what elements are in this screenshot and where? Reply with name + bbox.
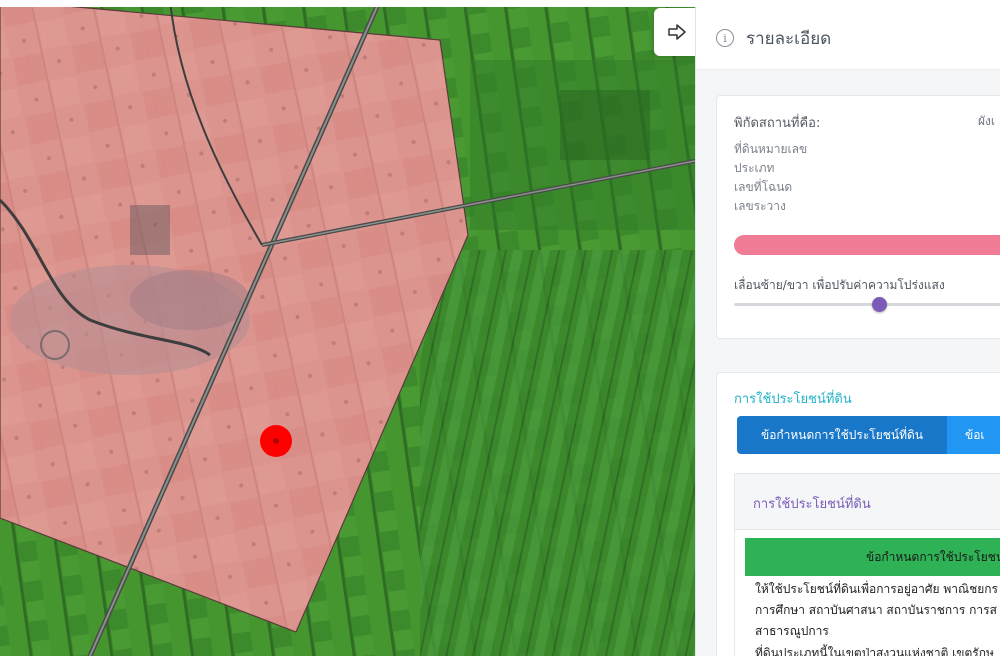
field-land-number: ที่ดินหมายเลข <box>734 142 808 156</box>
rule-line: การศึกษา สถาบันศาสนา สถาบันราชการ การส <box>755 603 997 617</box>
coord-value: ผังเ <box>978 114 995 128</box>
landuse-section-title: การใช้ประโยชน์ที่ดิน <box>753 497 871 512</box>
top-margin <box>0 0 1000 7</box>
opacity-slider-thumb[interactable] <box>872 297 887 312</box>
landuse-tabs: ข้อกำหนดการใช้ประโยชน์ที่ดิน ข้อเ <box>737 416 1000 454</box>
rules-table-header: ข้อกำหนดการใช้ประโยชน์ <box>745 538 1000 576</box>
location-card: พิกัดสถานที่คือ: ผังเ ที่ดินหมายเลข ประเ… <box>716 95 1000 339</box>
landuse-title: การใช้ประโยชน์ที่ดิน <box>734 392 852 407</box>
opacity-slider-label: เลื่อนซ้าย/ขวา เพื่อปรับค่าความโปร่งแสง <box>734 278 945 292</box>
rule-line: สาธารณูปการ <box>755 624 829 638</box>
panel-title: รายละเอียด <box>746 28 832 49</box>
landuse-section: การใช้ประโยชน์ที่ดิน ข้อกำหนดการใช้ประโย… <box>734 473 1000 656</box>
field-type: ประเภท <box>734 161 775 175</box>
detail-panel: i รายละเอียด พิกัดสถานที่คือ: ผังเ ที่ดิ… <box>695 7 1000 656</box>
field-map-sheet: เลขระวาง <box>734 199 786 213</box>
panel-header: i รายละเอียด <box>696 7 1000 70</box>
zone-color-bar <box>734 235 1000 255</box>
field-deed-number: เลขที่โฉนด <box>734 180 793 194</box>
collapse-panel-button[interactable] <box>654 8 700 56</box>
info-icon: i <box>716 29 734 47</box>
rule-line: ให้ใช้ประโยชน์ที่ดินเพื่อการอยู่อาศัย พา… <box>755 582 998 596</box>
coord-label: พิกัดสถานที่คือ: <box>734 116 821 131</box>
rule-line: ที่ดินประเภทนี้ในเขตป่าสงวนแห่งชาติ เขตร… <box>755 646 994 656</box>
opacity-slider-track[interactable] <box>734 303 1000 306</box>
landuse-card: การใช้ประโยชน์ที่ดิน ข้อกำหนดการใช้ประโย… <box>716 372 1000 656</box>
tab-landuse-rules[interactable]: ข้อกำหนดการใช้ประโยชน์ที่ดิน <box>737 416 947 454</box>
landuse-section-header[interactable]: การใช้ประโยชน์ที่ดิน <box>735 474 1000 530</box>
arrow-right-icon <box>668 24 686 40</box>
tab-second[interactable]: ข้อเ <box>947 416 1000 454</box>
